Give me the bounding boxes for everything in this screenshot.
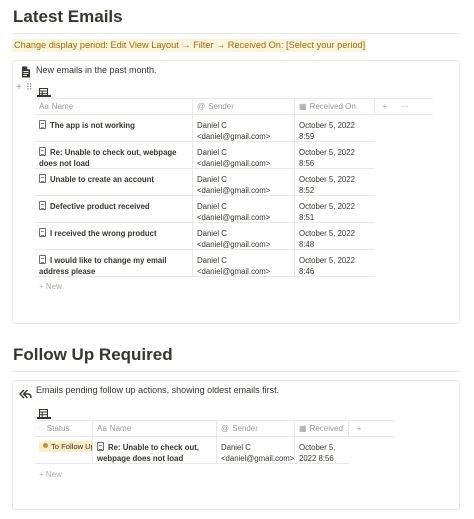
latest-emails-callout: New emails in the past month. + ⠿ Aa Name… [12, 60, 460, 324]
status-property-icon: ◌ [39, 424, 44, 433]
status-dot-icon [43, 443, 48, 448]
divider [12, 371, 460, 372]
text-property-icon: Aa [39, 102, 49, 111]
table-row[interactable]: Defective product received Daniel C <dani… [35, 196, 375, 223]
row-received: October 5, 2022 8:51AM [299, 202, 355, 222]
row-title[interactable]: Unable to create an account [35, 169, 193, 195]
row-received: October 5, 2022 8:46AM [299, 256, 355, 276]
row-received: October 5, 2022 8:52AM [299, 175, 355, 195]
divider [12, 33, 460, 34]
table-view-icon[interactable] [39, 405, 49, 418]
row-received: October 5,2022 8:56 AM [299, 443, 336, 463]
page-icon [39, 255, 46, 264]
active-view-indicator [37, 417, 51, 419]
column-received-header[interactable]: ▦ Received ... [295, 421, 349, 436]
table-row[interactable]: The app is not working Daniel C <daniel@g… [35, 115, 375, 142]
add-property-button[interactable]: + [349, 421, 369, 436]
row-sender: Daniel C <daniel@gmail.com> [193, 196, 295, 222]
row-title[interactable]: Re: Unable to check out, webpage does no… [35, 142, 193, 168]
row-status[interactable]: To Follow Up [35, 437, 93, 463]
page-icon [39, 174, 46, 183]
row-title[interactable]: Defective product received [35, 196, 193, 222]
column-status-header[interactable]: ◌ Status [35, 421, 93, 436]
row-title[interactable]: The app is not working [35, 115, 193, 141]
active-view-indicator [37, 95, 51, 97]
row-title[interactable]: I received the wrong product [35, 223, 193, 249]
table-view-icon[interactable] [39, 84, 49, 97]
table-header: ◌ Status Aa Name @ Sender ▦ Received ... + [35, 420, 395, 437]
plus-icon: + [39, 470, 44, 479]
table-row[interactable]: Unable to create an account Daniel C <dan… [35, 169, 375, 196]
display-period-note: Change display period: Edit View Layout … [12, 39, 368, 52]
page-icon [39, 201, 46, 210]
page-icon [39, 228, 46, 237]
column-name-header[interactable]: Aa Name [35, 99, 193, 114]
status-badge: To Follow Up [39, 441, 92, 452]
add-block-icon[interactable]: + [16, 82, 22, 93]
row-received: October 5, 2022 8:48AM [299, 229, 355, 249]
row-sender: Daniel C <daniel@gmail.com> [193, 223, 295, 249]
page-icon [39, 147, 46, 156]
plus-icon: + [39, 282, 44, 291]
follow-up-callout: Emails pending follow up actions, showin… [12, 380, 460, 510]
callout-text: New emails in the past month. [36, 65, 157, 75]
column-sender-header[interactable]: @ Sender [217, 421, 295, 436]
add-property-button[interactable]: + [375, 99, 395, 114]
table-header: Aa Name @ Sender ▦ Received On + ··· [35, 98, 433, 115]
row-sender: Daniel C <daniel@gmail.com> [217, 437, 295, 463]
more-options-button[interactable]: ··· [395, 99, 415, 114]
at-icon: @ [221, 424, 230, 433]
column-name-header[interactable]: Aa Name [93, 421, 217, 436]
latest-emails-heading: Latest Emails [13, 7, 123, 26]
row-title[interactable]: Re: Unable to check out, webpage does no… [93, 437, 217, 463]
text-property-icon: Aa [97, 424, 107, 433]
row-sender: Daniel C <daniel@gmail.com> [193, 142, 295, 168]
row-received: October 5, 2022 8:56AM [299, 148, 355, 168]
row-sender: Daniel C <daniel@gmail.com> [193, 115, 295, 141]
new-row-button[interactable]: + New [39, 282, 62, 291]
column-sender-header[interactable]: @ Sender [193, 99, 295, 114]
table-row[interactable]: I would like to change my email address … [35, 250, 375, 277]
reply-all-icon [19, 386, 32, 399]
table-row[interactable]: To Follow Up Re: Unable to check out, we… [35, 437, 349, 464]
row-sender: Daniel C <daniel@gmail.com> [193, 169, 295, 195]
calendar-icon: ▦ [299, 424, 307, 433]
page-icon [97, 442, 104, 451]
drag-handle-icon[interactable]: ⠿ [26, 82, 33, 93]
calendar-icon: ▦ [299, 102, 307, 111]
row-title[interactable]: I would like to change my email address … [35, 250, 193, 276]
page-icon [39, 120, 46, 129]
at-icon: @ [197, 102, 206, 111]
row-sender: Daniel C <daniel@gmail.com> [193, 250, 295, 276]
row-received: October 5, 2022 8:59AM [299, 121, 355, 141]
document-icon [21, 65, 31, 78]
callout-text: Emails pending follow up actions, showin… [36, 385, 280, 395]
follow-up-heading: Follow Up Required [13, 345, 173, 364]
new-row-button[interactable]: + New [39, 470, 62, 479]
table-row[interactable]: Re: Unable to check out, webpage does no… [35, 142, 375, 169]
table-row[interactable]: I received the wrong product Daniel C <da… [35, 223, 375, 250]
column-received-header[interactable]: ▦ Received On [295, 99, 375, 114]
